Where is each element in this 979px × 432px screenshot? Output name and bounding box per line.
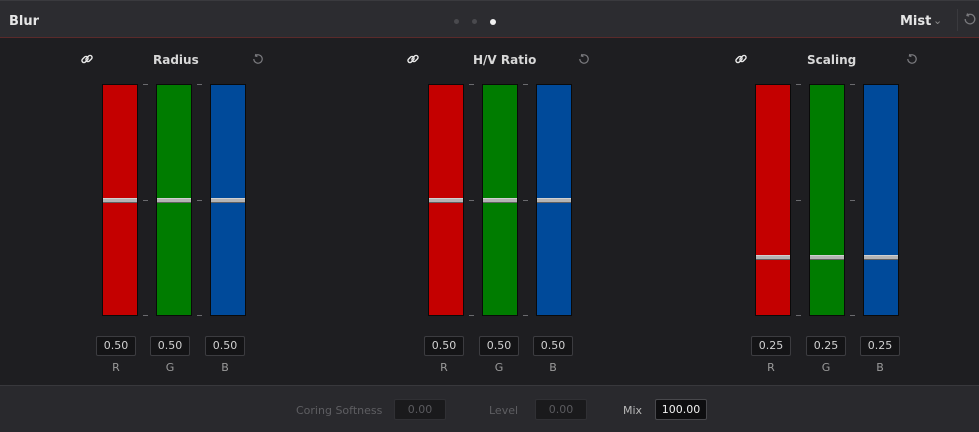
- scale-tick: [850, 315, 855, 316]
- slider-handle[interactable]: [810, 255, 844, 260]
- slider-handle[interactable]: [756, 255, 790, 260]
- slider-handle[interactable]: [429, 198, 463, 203]
- radius-g-value[interactable]: 0.50: [150, 336, 190, 356]
- radius-g-slider[interactable]: [156, 84, 192, 316]
- mode-dropdown[interactable]: Mist: [900, 14, 931, 29]
- scale-tick: [143, 84, 148, 85]
- scale-tick: [796, 84, 801, 85]
- radius-r-slider[interactable]: [102, 84, 138, 316]
- scale-tick: [469, 84, 474, 85]
- channel-label-b: B: [221, 361, 229, 374]
- palette-footer: Coring Softness 0.00 Level 0.00 Mix 100.…: [0, 385, 979, 432]
- palette-title: Blur: [9, 14, 40, 29]
- reset-icon[interactable]: [962, 11, 978, 27]
- scale-tick: [523, 84, 528, 85]
- slider-handle[interactable]: [537, 198, 571, 203]
- channel-label-r: R: [112, 361, 120, 374]
- scaling-g-value[interactable]: 0.25: [806, 336, 846, 356]
- coring-softness-field[interactable]: 0.00: [394, 399, 446, 420]
- link-icon[interactable]: [80, 52, 94, 66]
- slider-handle[interactable]: [103, 198, 137, 203]
- scale-tick: [796, 315, 801, 316]
- page-dot-1[interactable]: [454, 19, 459, 24]
- page-dot-3[interactable]: [490, 19, 496, 25]
- radius-title: Radius: [153, 53, 199, 67]
- mix-field[interactable]: 100.00: [655, 399, 707, 420]
- channel-label-r: R: [767, 361, 775, 374]
- channel-label-g: G: [494, 361, 504, 374]
- level-label: Level: [489, 404, 519, 417]
- hv-ratio-r-slider[interactable]: [428, 84, 464, 316]
- reset-icon[interactable]: [905, 52, 919, 66]
- slider-handle[interactable]: [211, 198, 245, 203]
- scale-tick: [523, 315, 528, 316]
- scaling-panel: Scaling 0.25 0.25 0.25 R G B: [734, 40, 974, 385]
- chevron-down-icon[interactable]: ⌄: [933, 14, 942, 27]
- channel-label-g: G: [821, 361, 831, 374]
- radius-b-value[interactable]: 0.50: [205, 336, 245, 356]
- scale-tick: [523, 200, 528, 201]
- scale-tick: [469, 200, 474, 201]
- channel-label-b: B: [876, 361, 884, 374]
- scale-tick: [850, 84, 855, 85]
- scale-tick: [197, 84, 202, 85]
- hv-ratio-g-value[interactable]: 0.50: [479, 336, 519, 356]
- level-field[interactable]: 0.00: [535, 399, 587, 420]
- scale-tick: [197, 200, 202, 201]
- hv-ratio-b-slider[interactable]: [536, 84, 572, 316]
- radius-r-value[interactable]: 0.50: [96, 336, 136, 356]
- hv-ratio-r-value[interactable]: 0.50: [424, 336, 464, 356]
- hv-ratio-title: H/V Ratio: [473, 53, 537, 67]
- scaling-title: Scaling: [807, 53, 857, 67]
- slider-handle[interactable]: [864, 255, 898, 260]
- palette-header: Blur Mist ⌄: [0, 0, 979, 38]
- slider-handle[interactable]: [157, 198, 191, 203]
- coring-softness-label: Coring Softness: [296, 404, 383, 417]
- reset-icon[interactable]: [577, 52, 591, 66]
- link-icon[interactable]: [406, 52, 420, 66]
- reset-icon[interactable]: [251, 52, 265, 66]
- slider-handle[interactable]: [483, 198, 517, 203]
- hv-ratio-panel: H/V Ratio 0.50 0.50 0.50 R G B: [406, 40, 646, 385]
- radius-panel: Radius 0.50 0.50 0.50 R G B: [80, 40, 320, 385]
- scale-tick: [469, 315, 474, 316]
- channel-label-r: R: [440, 361, 448, 374]
- channel-label-b: B: [549, 361, 557, 374]
- scaling-r-slider[interactable]: [755, 84, 791, 316]
- hv-ratio-g-slider[interactable]: [482, 84, 518, 316]
- scale-tick: [197, 315, 202, 316]
- scale-tick: [143, 200, 148, 201]
- scaling-b-slider[interactable]: [863, 84, 899, 316]
- scale-tick: [850, 200, 855, 201]
- scaling-r-value[interactable]: 0.25: [751, 336, 791, 356]
- page-dot-2[interactable]: [472, 19, 477, 24]
- scaling-g-slider[interactable]: [809, 84, 845, 316]
- link-icon[interactable]: [734, 52, 748, 66]
- header-divider: [957, 9, 958, 31]
- radius-b-slider[interactable]: [210, 84, 246, 316]
- hv-ratio-b-value[interactable]: 0.50: [533, 336, 573, 356]
- scale-tick: [143, 315, 148, 316]
- mix-label: Mix: [623, 404, 643, 417]
- channel-label-g: G: [165, 361, 175, 374]
- scaling-b-value[interactable]: 0.25: [860, 336, 900, 356]
- scale-tick: [796, 200, 801, 201]
